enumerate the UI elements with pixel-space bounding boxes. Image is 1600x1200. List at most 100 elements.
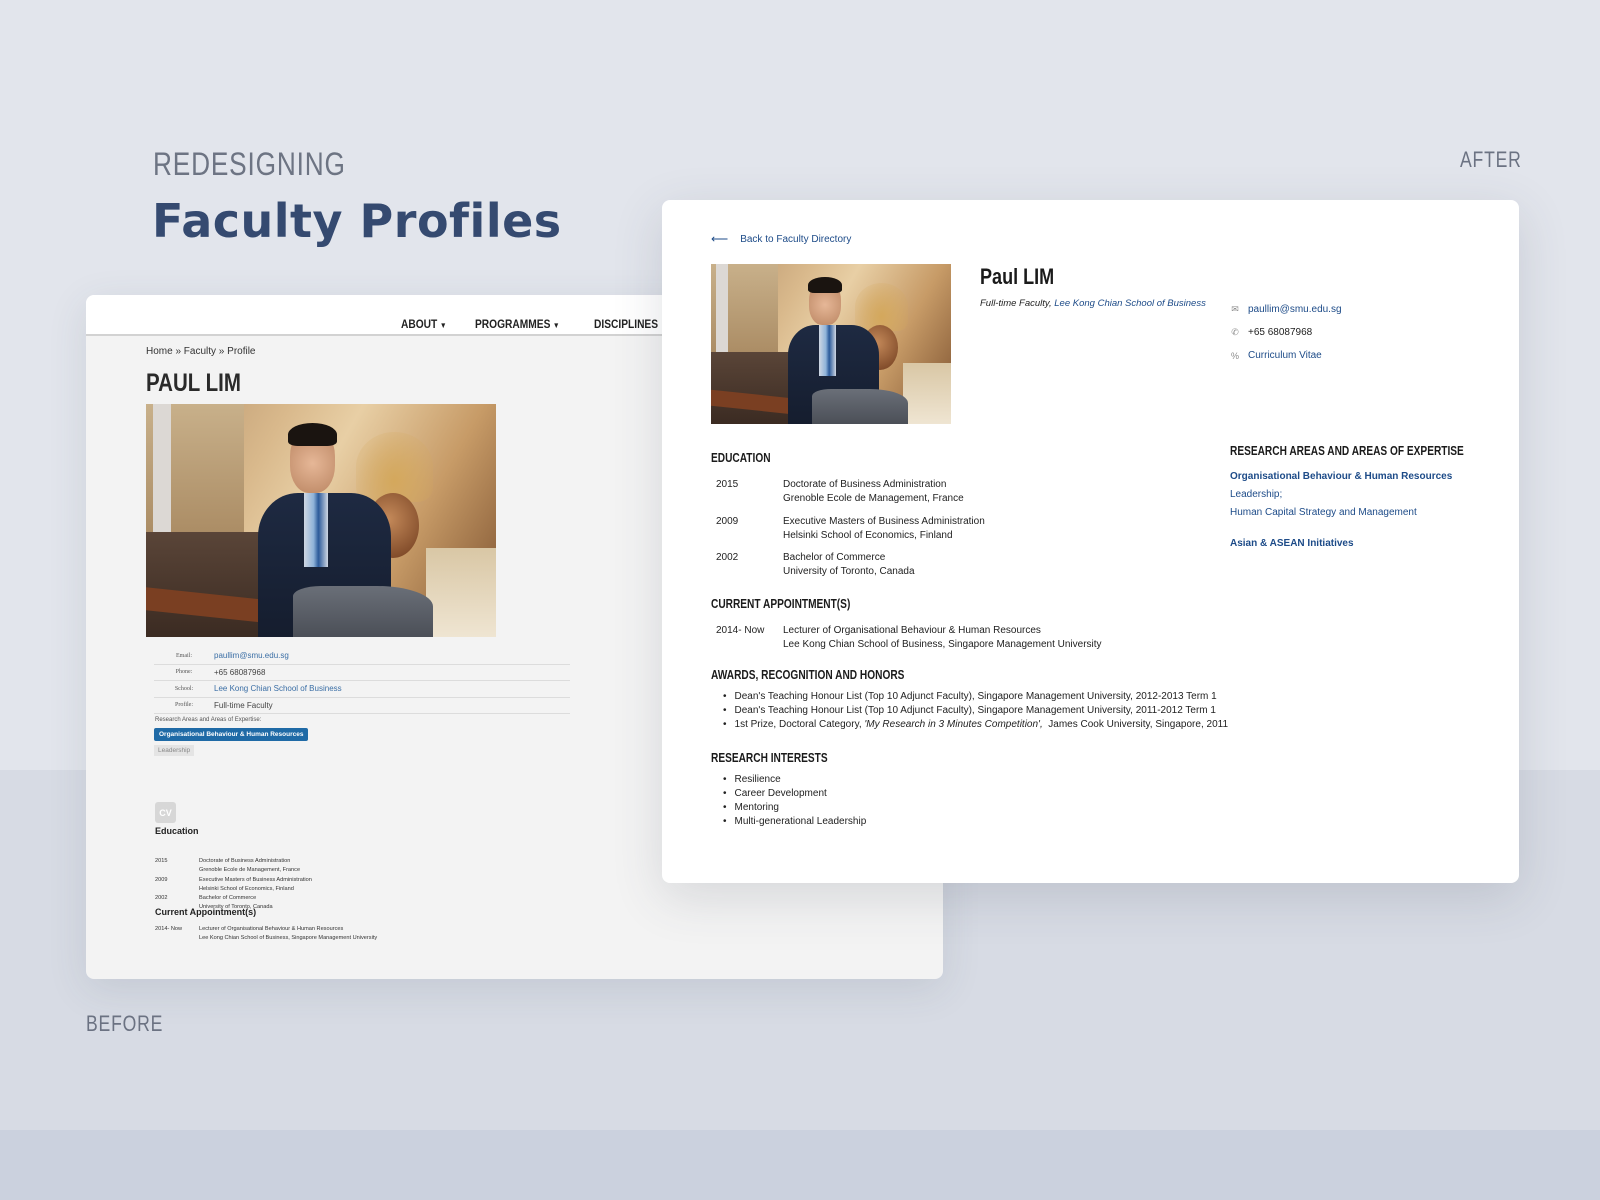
institution: Lee Kong Chian School of Business, Singa…	[783, 639, 1102, 650]
institution: University of Toronto, Canada	[783, 566, 915, 577]
year: 2002	[716, 552, 739, 563]
year: 2015	[155, 858, 168, 864]
research-areas-heading: RESEARCH AREAS AND AREAS OF EXPERTISE	[1230, 443, 1464, 458]
education-detail: Doctorate of Business Administration Gren…	[783, 478, 964, 506]
old-phone-value: +65 68087968	[214, 667, 266, 677]
old-edu-item-institution: Helsinki School of Economics, Finland	[155, 885, 455, 894]
research-areas-list: Organisational Behaviour & Human Resourc…	[1230, 468, 1452, 553]
interest-item: Resilience	[723, 773, 866, 787]
education-item: 2015 Doctorate of Business Administration…	[711, 478, 985, 506]
row-label: School:	[174, 685, 194, 692]
award-text: Dean's Teaching Honour List (Top 10 Adju…	[734, 705, 1216, 716]
education-detail: Bachelor of Commerce University of Toront…	[783, 551, 915, 579]
institution: Grenoble Ecole de Management, France	[199, 867, 301, 874]
nav-label: PROGRAMMES	[474, 317, 550, 331]
old-nav-about[interactable]: ABOUT ▼	[401, 317, 447, 331]
old-appt-item: 2014- Now Lecturer of Organisational Beha…	[155, 925, 455, 934]
contact-cv-row: % Curriculum Vitae	[1230, 344, 1342, 367]
year: 2009	[716, 515, 739, 527]
interests-heading: RESEARCH INTERESTS	[711, 750, 828, 765]
institution: Grenoble Ecole de Management, France	[783, 493, 964, 504]
hero-eyebrow: REDESIGNING	[153, 146, 346, 182]
old-cv-button[interactable]: CV	[155, 802, 176, 823]
awards-heading: AWARDS, RECOGNITION AND HONORS	[711, 667, 905, 682]
back-link-label: Back to Faculty Directory	[740, 233, 852, 245]
old-info-row-email: Email: paullim@smu.edu.sg	[154, 648, 570, 665]
contact-phone-row: ✆ +65 68087968	[1230, 321, 1342, 344]
email-link[interactable]: paullim@smu.edu.sg	[1248, 304, 1342, 315]
cv-link[interactable]: Curriculum Vitae	[1248, 350, 1322, 361]
contact-block: ✉ paullim@smu.edu.sg ✆ +65 68087968 % Cu…	[1230, 298, 1342, 367]
year: 2015	[716, 479, 739, 490]
research-area-asean[interactable]: Asian & ASEAN Initiatives	[1230, 535, 1452, 553]
link-icon: %	[1230, 350, 1239, 361]
old-school-link[interactable]: Lee Kong Chian School of Business	[214, 684, 342, 693]
after-label: AFTER	[1460, 147, 1522, 172]
education-detail: Executive Masters of Business Administra…	[783, 515, 985, 543]
old-education-list: 2015 Doctorate of Business Administration…	[155, 857, 455, 913]
degree: Executive Masters of Business Administra…	[783, 515, 985, 527]
phone-icon: ✆	[1231, 327, 1239, 337]
row-label: Profile:	[175, 702, 193, 709]
year: 2014- Now	[155, 926, 183, 932]
old-edu-item-institution: Grenoble Ecole de Management, France	[155, 866, 455, 875]
education-heading: EDUCATION	[711, 450, 771, 465]
before-label: BEFORE	[86, 1011, 164, 1036]
envelope-icon: ✉	[1231, 304, 1239, 314]
interest-item: Mentoring	[723, 801, 866, 815]
old-edu-item: 2002 Bachelor of Commerce	[155, 894, 455, 903]
school-link[interactable]: Lee Kong Chian School of Business	[1054, 298, 1206, 309]
row-label: Phone:	[175, 669, 193, 676]
old-info-table: Email: paullim@smu.edu.sg Phone: +65 68087…	[154, 648, 570, 714]
row-label: Email:	[176, 652, 192, 659]
phone-value: +65 68087968	[1248, 327, 1313, 338]
old-tag-ob-hr[interactable]: Organisational Behaviour & Human Resourc…	[154, 728, 309, 741]
year: 2014- Now	[716, 625, 765, 636]
old-edu-item: 2015 Doctorate of Business Administration	[155, 857, 455, 866]
old-nav-disciplines[interactable]: DISCIPLINES▼	[594, 317, 667, 331]
interest-item: Multi-generational Leadership	[723, 815, 867, 829]
old-appointment-heading: Current Appointment(s)	[155, 907, 257, 917]
degree: Bachelor of Commerce	[199, 895, 257, 902]
arrow-left-icon: ⟵	[711, 232, 729, 246]
education-list: 2015 Doctorate of Business Administration…	[711, 478, 985, 588]
position: Lecturer of Organisational Behaviour & H…	[199, 926, 344, 932]
hero-title: Faculty Profiles	[152, 194, 562, 248]
back-to-directory-link[interactable]: ⟵ Back to Faculty Directory	[711, 232, 851, 246]
old-info-row-profile: Profile: Full-time Faculty	[154, 698, 570, 714]
appointment-detail: Lecturer of Organisational Behaviour & H…	[783, 624, 1102, 652]
contact-email-row: ✉ paullim@smu.edu.sg	[1230, 298, 1342, 321]
award-text: Dean's Teaching Honour List (Top 10 Adju…	[734, 691, 1217, 702]
caret-down-icon: ▼	[552, 321, 560, 330]
interest-item: Career Development	[723, 787, 866, 801]
nav-label: ABOUT	[401, 317, 438, 331]
award-emphasis: 'My Research in 3 Minutes Competition',	[864, 719, 1043, 730]
old-appt-institution: Lee Kong Chian School of Business, Singa…	[155, 934, 455, 943]
profile-subtitle: Full-time Faculty, Lee Kong Chian School…	[980, 298, 1206, 309]
background-footer-band	[0, 1130, 1600, 1200]
degree: Doctorate of Business Administration	[199, 858, 291, 864]
education-item: 2002 Bachelor of Commerce University of To…	[711, 551, 985, 579]
awards-list: Dean's Teaching Honour List (Top 10 Adju…	[723, 690, 1229, 732]
research-area-leadership[interactable]: Leadership;	[1230, 486, 1452, 504]
year: 2009	[155, 876, 168, 883]
old-education-heading: Education	[155, 826, 199, 836]
institution: Helsinki School of Economics, Finland	[199, 885, 294, 892]
research-area-ob-hr[interactable]: Organisational Behaviour & Human Resourc…	[1230, 468, 1452, 486]
old-email-link[interactable]: paullim@smu.edu.sg	[214, 651, 289, 660]
old-edu-item: 2009 Executive Masters of Business Admini…	[155, 876, 455, 885]
old-profile-photo	[146, 404, 496, 637]
award-text: James Cook University, Singapore, 2011	[1042, 719, 1229, 730]
degree: Doctorate of Business Administration	[783, 479, 947, 490]
old-tag-leadership[interactable]: Leadership	[154, 745, 195, 756]
old-research-label: Research Areas and Areas of Expertise:	[155, 717, 262, 723]
institution: Helsinki School of Economics, Finland	[783, 529, 953, 541]
education-item: 2009 Executive Masters of Business Admini…	[711, 515, 985, 543]
award-item: Dean's Teaching Honour List (Top 10 Adju…	[723, 704, 1228, 718]
after-screenshot-card: ⟵ Back to Faculty Directory Paul LIM Ful…	[662, 200, 1519, 883]
old-nav-programmes[interactable]: PROGRAMMES ▼	[475, 317, 560, 331]
nav-label: DISCIPLINES	[594, 317, 659, 331]
research-area-human-capital[interactable]: Human Capital Strategy and Management	[1230, 504, 1452, 522]
award-item: Dean's Teaching Honour List (Top 10 Adju…	[723, 690, 1228, 704]
appointment-item: 2014- Now Lecturer of Organisational Beha…	[711, 624, 1102, 652]
